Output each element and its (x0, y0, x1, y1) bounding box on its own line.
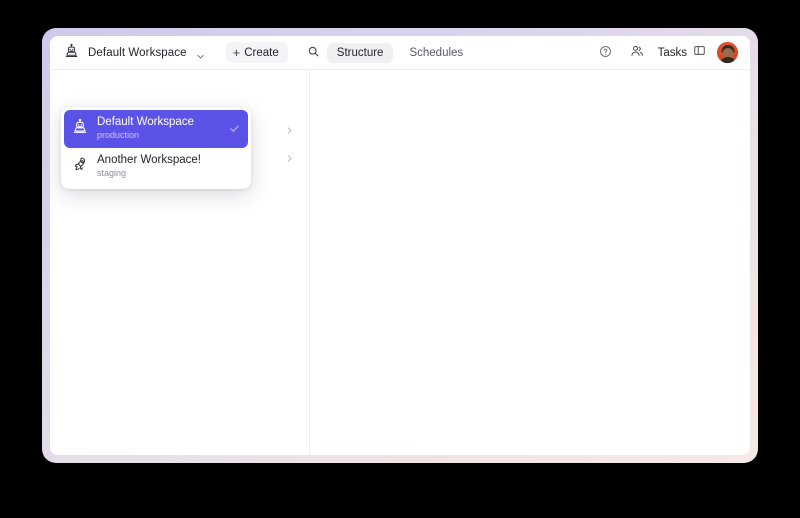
chevron-right-icon (285, 154, 294, 163)
check-icon (229, 123, 240, 134)
tasks-button[interactable]: Tasks (658, 44, 706, 62)
question-circle-icon (599, 45, 612, 61)
avatar-body (719, 57, 736, 63)
app-window-frame: Default Workspace + Create Structure Sch… (42, 28, 758, 463)
rocket-icon (72, 156, 88, 177)
tab-structure[interactable]: Structure (326, 43, 394, 63)
tasks-label: Tasks (657, 46, 687, 59)
main-content-panel (310, 70, 750, 455)
header-right-group: Tasks (596, 42, 750, 63)
robot-workspace-icon (72, 118, 88, 139)
app-window: Default Workspace + Create Structure Sch… (50, 36, 750, 455)
create-button-label: Create (244, 46, 279, 59)
search-button[interactable] (303, 42, 325, 64)
sidebar: Author (50, 70, 310, 455)
tab-schedules[interactable]: Schedules (399, 43, 473, 63)
app-header: Default Workspace + Create Structure Sch… (50, 36, 750, 70)
avatar[interactable] (717, 42, 738, 63)
workspace-name-label: Default Workspace (88, 46, 187, 59)
workspace-option-default[interactable]: Default Workspace production (64, 110, 248, 148)
workspace-option-another-subtitle: staging (97, 168, 127, 179)
workspace-dropdown-menu: Default Workspace production Another Wor… (61, 107, 251, 189)
chevron-right-icon (285, 126, 294, 135)
users-button[interactable] (627, 43, 647, 63)
plus-icon: + (232, 45, 241, 60)
header-left-group: Default Workspace + Create (50, 40, 325, 66)
chevron-down-icon (196, 48, 205, 59)
help-button[interactable] (596, 43, 616, 63)
robot-workspace-icon (64, 43, 79, 63)
workspace-option-another[interactable]: Another Workspace! staging (64, 148, 248, 186)
workspace-option-another-text: Another Workspace! staging (97, 154, 201, 179)
workspace-option-default-subtitle: production (97, 130, 140, 141)
workspace-option-default-title: Default Workspace (97, 116, 194, 128)
workspace-switcher-button[interactable]: Default Workspace (61, 40, 211, 66)
workspace-option-another-title: Another Workspace! (97, 153, 201, 166)
workspace-option-default-text: Default Workspace production (97, 116, 194, 141)
app-body: Author (50, 70, 750, 455)
create-button[interactable]: + Create (225, 42, 288, 63)
search-icon (307, 45, 320, 61)
panel-toggle-icon (693, 44, 706, 62)
users-icon (630, 44, 644, 61)
